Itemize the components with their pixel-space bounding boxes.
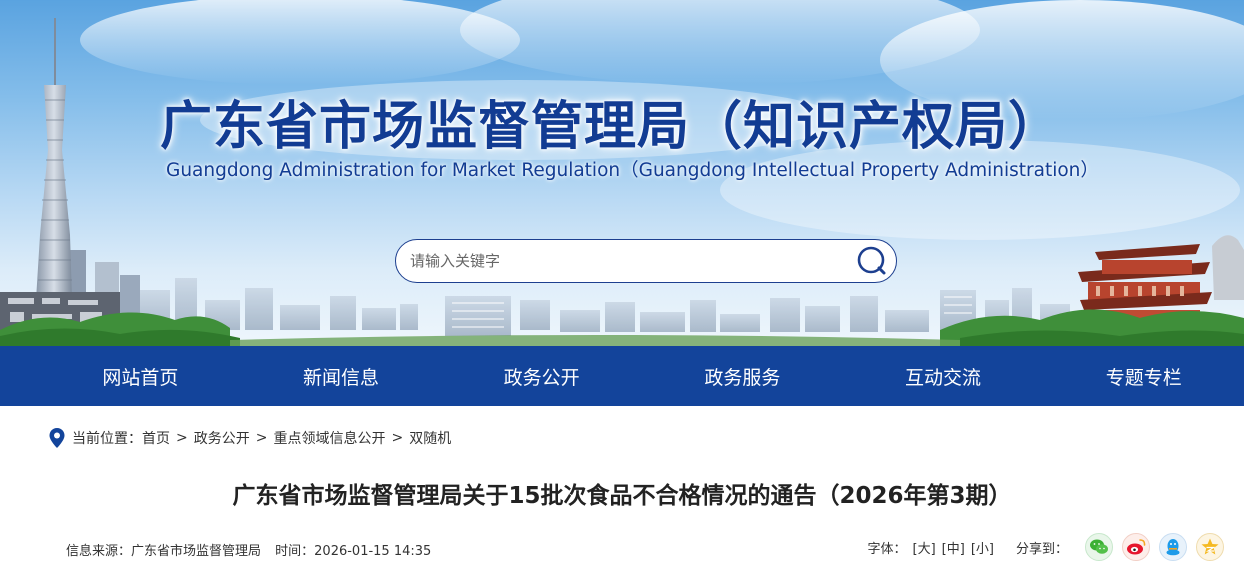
search-button[interactable] [856,245,888,277]
qzone-icon [1201,538,1219,555]
article-time: 时间：2026-01-15 14:35 [275,544,432,559]
breadcrumb-separator: > [176,430,188,446]
share-wechat-button[interactable] [1085,533,1113,561]
weibo-icon [1127,539,1146,555]
breadcrumb-separator: > [255,430,268,446]
header-banner: 广东省市场监督管理局（知识产权局） Guangdong Administrati… [0,0,1244,346]
search-box [395,239,897,283]
site-title: 广东省市场监督管理局（知识产权局） [160,97,1062,157]
share-weibo-button[interactable] [1122,533,1150,561]
breadcrumb: 当前位置： 首页 > 政务公开 > 重点领域信息公开 > 双随机 [48,426,451,450]
site-subtitle: Guangdong Administration for Market Regu… [166,160,1099,181]
article-meta: 信息来源：广东省市场监督管理局 时间：2026-01-15 14:35 [66,540,431,559]
font-size-large-button[interactable]: [大] [913,538,936,557]
nav-item-government-affairs[interactable]: 政务公开 [441,346,642,406]
share-qq-button[interactable] [1159,533,1187,561]
share-qzone-button[interactable] [1196,533,1224,561]
wechat-icon [1090,539,1108,554]
article-title: 广东省市场监督管理局关于15批次食品不合格情况的通告（2026年第3期） [232,483,1012,509]
breadcrumb-item-double-random[interactable]: 双随机 [409,428,451,448]
nav-item-special-topics[interactable]: 专题专栏 [1043,346,1244,406]
nav-item-home[interactable]: 网站首页 [0,346,241,406]
breadcrumb-label: 当前位置： [72,431,142,447]
nav-item-services[interactable]: 政务服务 [642,346,843,406]
share-label: 分享到： [1015,541,1068,557]
search-input[interactable] [410,246,840,276]
font-size-medium-button[interactable]: [中] [942,538,965,557]
font-size-label: 字体： [867,541,907,557]
nav-item-interaction[interactable]: 互动交流 [843,346,1044,406]
breadcrumb-item-key-areas[interactable]: 重点领域信息公开 [273,428,385,448]
main-nav: 网站首页 新闻信息 政务公开 政务服务 互动交流 专题专栏 [0,346,1244,406]
search-icon [857,246,886,275]
nav-item-news[interactable]: 新闻信息 [241,346,442,406]
qq-icon [1166,539,1180,556]
font-size-small-button[interactable]: [小] [971,538,994,557]
location-pin-icon [49,428,65,448]
breadcrumb-item-home[interactable]: 首页 [142,428,170,448]
article-source: 信息来源：广东省市场监督管理局 [66,544,262,559]
article-tools: 字体： [大] [中] [小] 分享到： [867,531,1224,563]
breadcrumb-item-government-affairs[interactable]: 政务公开 [194,428,250,448]
breadcrumb-separator: > [391,430,404,446]
